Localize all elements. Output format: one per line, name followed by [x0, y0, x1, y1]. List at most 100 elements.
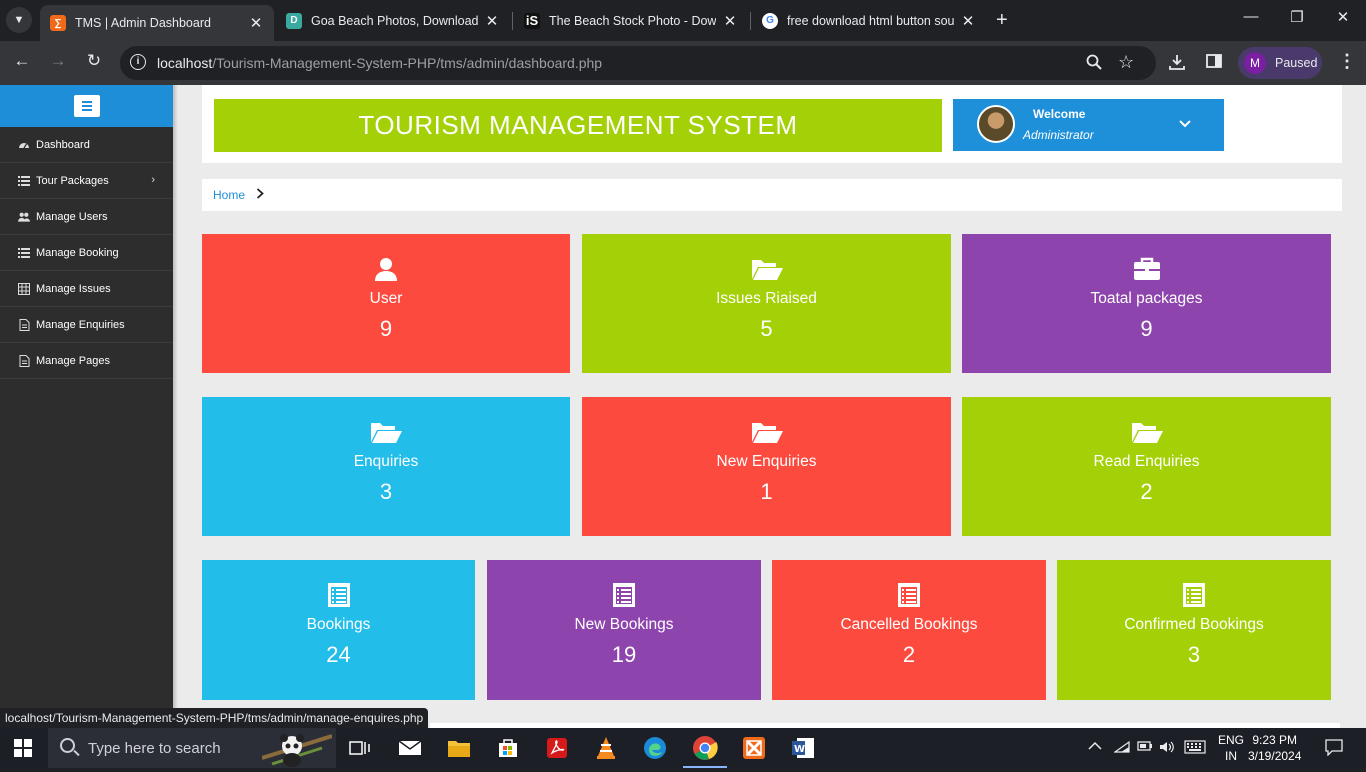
sidebar-item-label: Manage Issues — [36, 282, 111, 295]
reload-icon[interactable]: ↻ — [82, 51, 106, 71]
language-indicator[interactable]: ENG IN — [1218, 732, 1244, 764]
chevron-down-icon[interactable] — [1179, 115, 1191, 131]
menu-toggle-icon[interactable] — [73, 95, 100, 117]
tab-search-button[interactable]: ▼ — [6, 7, 32, 33]
restore-icon[interactable]: ❐ — [1282, 8, 1312, 26]
system-clock[interactable]: 9:23 PM 3/19/2024 — [1248, 732, 1301, 764]
list-alt-icon — [772, 582, 1046, 608]
tab-title: The Beach Stock Photo - Downl — [549, 13, 716, 28]
welcome-text: Welcome — [1033, 107, 1086, 121]
address-url[interactable]: localhost/Tourism-Management-System-PHP/… — [157, 55, 602, 71]
bookmark-star-icon[interactable]: ☆ — [1118, 52, 1134, 73]
user-dropdown[interactable]: Welcome Administrator — [953, 99, 1224, 151]
brand-title[interactable]: TOURISM MANAGEMENT SYSTEM — [214, 99, 942, 152]
battery-icon[interactable] — [1137, 740, 1153, 755]
sidebar-item-manage-users[interactable]: Manage Users — [0, 199, 173, 235]
sidebar-item-label: Manage Enquiries — [36, 318, 125, 331]
file-explorer-icon[interactable] — [445, 734, 473, 762]
stat-card-enquiries[interactable]: Enquiries 3 — [202, 397, 570, 536]
users-icon — [18, 211, 30, 223]
page-header: TOURISM MANAGEMENT SYSTEM Welcome Admini… — [202, 85, 1342, 163]
stat-card-cancelled-bookings[interactable]: Cancelled Bookings 2 — [772, 560, 1046, 700]
tab-beach-stock[interactable]: iS The Beach Stock Photo - Downl ✕ — [514, 5, 748, 36]
minimize-icon[interactable]: — — [1236, 8, 1266, 25]
list-icon — [18, 247, 30, 259]
taskbar-search-box[interactable]: Type here to search — [48, 728, 336, 768]
side-panel-icon[interactable] — [1206, 53, 1222, 74]
sidebar-item-label: Manage Users — [36, 210, 108, 223]
back-icon[interactable]: ← — [10, 51, 34, 71]
sidebar-shadow — [173, 85, 178, 728]
sidebar: Dashboard Tour Packages › Manage Users M… — [0, 85, 173, 728]
avatar: M — [1244, 52, 1266, 74]
sidebar-item-label: Dashboard — [36, 138, 90, 151]
new-tab-icon[interactable]: + — [996, 9, 1008, 32]
keyboard-icon[interactable] — [1184, 740, 1206, 757]
breadcrumb: Home — [202, 179, 1342, 211]
acrobat-icon[interactable] — [543, 734, 571, 762]
download-icon[interactable] — [1168, 53, 1186, 76]
mail-icon[interactable] — [396, 734, 424, 762]
stat-card-issues[interactable]: Issues Riaised 5 — [582, 234, 951, 373]
windows-taskbar: Type here to search W ENG IN 9:23 PM 3/1… — [0, 728, 1366, 768]
region-code: IN — [1225, 749, 1237, 763]
tab-goa-beach[interactable]: D Goa Beach Photos, Download T ✕ — [276, 5, 510, 36]
sidebar-item-manage-enquiries[interactable]: Manage Enquiries — [0, 307, 173, 343]
sidebar-item-tour-packages[interactable]: Tour Packages › — [0, 163, 173, 199]
card-label: New Enquiries — [716, 453, 817, 470]
stat-card-read-enquiries[interactable]: Read Enquiries 2 — [962, 397, 1331, 536]
stat-card-new-bookings[interactable]: New Bookings 19 — [487, 560, 761, 700]
chrome-icon[interactable] — [683, 734, 727, 768]
stat-card-bookings[interactable]: Bookings 24 — [202, 560, 475, 700]
stat-card-confirmed-bookings[interactable]: Confirmed Bookings 3 — [1057, 560, 1331, 700]
breadcrumb-home-link[interactable]: Home — [213, 188, 245, 202]
windows-start-icon[interactable] — [14, 739, 32, 762]
sidebar-item-label: Tour Packages — [36, 174, 109, 187]
stat-card-new-enquiries[interactable]: New Enquiries 1 — [582, 397, 951, 536]
sidebar-item-manage-booking[interactable]: Manage Booking — [0, 235, 173, 271]
svg-text:W: W — [794, 744, 805, 755]
task-view-icon[interactable] — [346, 734, 374, 762]
page-viewport: Dashboard Tour Packages › Manage Users M… — [0, 85, 1366, 728]
word-icon[interactable]: W — [789, 734, 817, 762]
folder-open-icon — [202, 419, 570, 445]
sidebar-item-dashboard[interactable]: Dashboard — [0, 127, 173, 163]
card-label: Issues Riaised — [716, 290, 817, 307]
forward-icon[interactable]: → — [46, 51, 70, 71]
tab-google-search[interactable]: G free download html button sou ✕ — [752, 5, 986, 36]
zoom-icon[interactable] — [1086, 54, 1102, 75]
card-label: Confirmed Bookings — [1124, 616, 1264, 633]
volume-icon[interactable] — [1159, 740, 1175, 757]
microsoft-store-icon[interactable] — [494, 734, 522, 762]
list-alt-icon — [487, 582, 761, 608]
tab-tms-admin[interactable]: ∑ TMS | Admin Dashboard ✕ — [40, 5, 274, 41]
card-label: Read Enquiries — [1093, 453, 1200, 470]
sidebar-item-manage-issues[interactable]: Manage Issues — [0, 271, 173, 307]
file-icon — [18, 354, 30, 367]
close-tab-icon[interactable]: ✕ — [960, 12, 976, 30]
file-icon — [18, 318, 30, 331]
edge-icon[interactable] — [641, 734, 669, 762]
close-tab-icon[interactable]: ✕ — [484, 12, 500, 30]
card-value: 9 — [379, 316, 393, 341]
language-code: ENG — [1218, 733, 1245, 747]
site-info-icon[interactable]: i — [130, 54, 146, 70]
tab-separator — [512, 12, 513, 30]
stat-card-packages[interactable]: Toatal packages 9 — [962, 234, 1331, 373]
sidebar-item-manage-pages[interactable]: Manage Pages — [0, 343, 173, 379]
close-window-icon[interactable]: ✕ — [1328, 8, 1358, 26]
wifi-icon[interactable] — [1113, 740, 1130, 757]
tray-chevron-up-icon[interactable] — [1088, 740, 1102, 754]
close-tab-icon[interactable]: ✕ — [722, 12, 738, 30]
close-tab-icon[interactable]: ✕ — [248, 14, 264, 32]
dashboard-icon — [18, 139, 30, 151]
notification-icon[interactable] — [1325, 738, 1343, 759]
profile-button[interactable]: M Paused — [1238, 47, 1322, 79]
address-bar[interactable]: i localhost/Tourism-Management-System-PH… — [120, 46, 1156, 80]
vlc-icon[interactable] — [592, 734, 620, 762]
xampp-icon[interactable] — [740, 734, 768, 762]
browser-menu-icon[interactable]: ⋮ — [1338, 51, 1356, 72]
tab-title: Goa Beach Photos, Download T — [311, 13, 478, 28]
list-alt-icon — [1057, 582, 1331, 608]
stat-card-users[interactable]: User 9 — [202, 234, 570, 373]
